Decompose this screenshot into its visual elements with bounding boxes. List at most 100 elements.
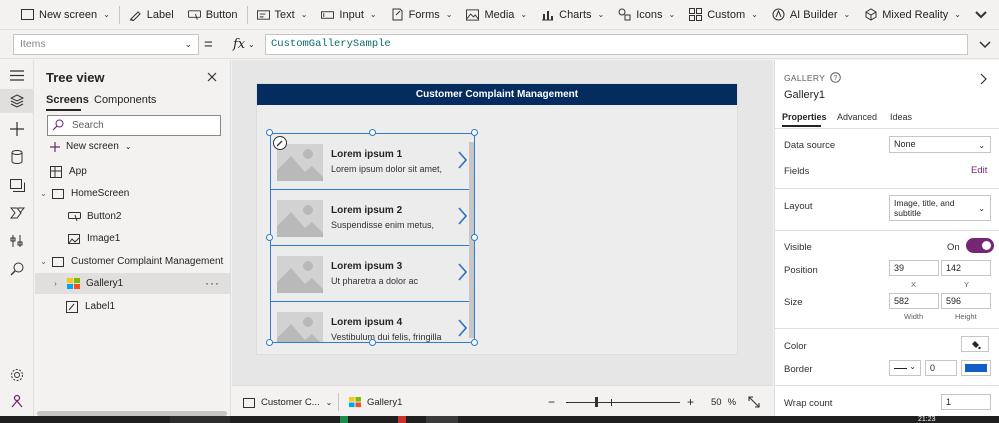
data-source-dropdown[interactable]: None ⌄ <box>889 136 991 153</box>
help-icon[interactable]: ? <box>830 72 841 83</box>
screen-icon <box>51 188 65 200</box>
tab-ideas[interactable]: Ideas <box>890 112 912 122</box>
size-height-input[interactable]: 596 <box>941 293 991 309</box>
text-icon <box>256 8 270 21</box>
chevron-right-icon[interactable] <box>457 151 467 169</box>
border-style-dropdown[interactable]: ⌄ <box>889 360 921 376</box>
zoom-slider-track[interactable] <box>566 402 680 403</box>
resize-handle[interactable] <box>266 339 273 346</box>
position-y-input[interactable]: 142 <box>941 260 991 276</box>
icons-menu[interactable]: Icons ⌄ <box>611 0 682 30</box>
function-button[interactable]: fx ⌄ <box>227 34 267 55</box>
label-button[interactable]: Label <box>122 0 181 30</box>
color-picker-button[interactable] <box>961 336 989 352</box>
resize-handle[interactable] <box>471 234 478 241</box>
property-dropdown[interactable]: Items ⌄ <box>13 34 199 55</box>
gallery-item[interactable]: Lorem ipsum 4 Vestibulum dui felis, frin… <box>271 302 474 342</box>
tree-node-button2[interactable]: Button2 <box>35 206 231 227</box>
control-selector[interactable]: Gallery1 <box>349 397 402 408</box>
edit-gallery-icon[interactable] <box>273 136 287 150</box>
border-color-picker[interactable] <box>961 360 991 376</box>
advanced-tools-icon[interactable] <box>8 232 26 250</box>
chevron-down-icon[interactable]: ⌄ <box>39 189 48 198</box>
resize-handle[interactable] <box>369 339 376 346</box>
zoom-in-button[interactable]: + <box>687 395 694 409</box>
virtual-agent-icon[interactable] <box>8 392 26 410</box>
chevron-right-icon[interactable] <box>980 73 988 85</box>
border-style-line <box>894 368 907 369</box>
close-icon[interactable] <box>207 69 217 85</box>
tree-node-homescreen[interactable]: ⌄ HomeScreen <box>35 183 231 204</box>
forms-menu[interactable]: Forms ⌄ <box>384 0 460 30</box>
border-width-input[interactable]: 0 <box>925 360 957 376</box>
control-name[interactable]: Gallery1 <box>784 89 825 101</box>
chevron-right-icon[interactable] <box>457 207 467 225</box>
media-menu[interactable]: Media ⌄ <box>459 0 534 30</box>
gallery-item[interactable]: Lorem ipsum 1 Lorem ipsum dolor sit amet… <box>271 134 474 190</box>
formula-input[interactable]: CustomGallerySample <box>265 34 968 55</box>
tab-screens[interactable]: Screens <box>46 94 89 106</box>
insert-icon[interactable] <box>8 120 26 138</box>
gallery-item[interactable]: Lorem ipsum 3 Ut pharetra a dolor ac <box>271 246 474 302</box>
tab-properties[interactable]: Properties <box>782 112 827 122</box>
input-menu[interactable]: Input ⌄ <box>314 0 383 30</box>
gallery-icon <box>349 397 361 408</box>
tree-node-gallery1[interactable]: › Gallery1 ··· <box>35 273 231 294</box>
wrap-count-input[interactable]: 1 <box>941 394 991 410</box>
settings-gear-icon[interactable] <box>8 366 26 384</box>
taskbar-app[interactable] <box>340 416 348 423</box>
more-options-icon[interactable]: ··· <box>205 276 220 290</box>
zoom-slider-thumb[interactable] <box>595 397 598 407</box>
gallery-control[interactable]: Lorem ipsum 1 Lorem ipsum dolor sit amet… <box>270 133 475 343</box>
mixed-reality-menu[interactable]: Mixed Reality ⌄ <box>857 0 968 30</box>
media-library-icon[interactable] <box>8 176 26 194</box>
taskbar-app[interactable] <box>426 416 458 423</box>
resize-handle[interactable] <box>266 234 273 241</box>
new-screen-button[interactable]: New screen ⌄ <box>14 0 117 30</box>
divider <box>775 385 999 386</box>
tab-advanced[interactable]: Advanced <box>837 112 877 122</box>
gallery-item[interactable]: Lorem ipsum 2 Suspendisse enim metus, <box>271 190 474 246</box>
tree-search-input[interactable]: Search <box>47 115 221 136</box>
visible-toggle[interactable] <box>966 238 994 253</box>
chevron-right-icon[interactable]: › <box>51 279 60 288</box>
resize-handle[interactable] <box>266 129 273 136</box>
resize-handle[interactable] <box>471 129 478 136</box>
border-label: Border <box>784 364 813 375</box>
position-label: Position <box>784 265 818 276</box>
new-screen-button[interactable]: New screen ⌄ <box>50 141 132 152</box>
fields-edit-link[interactable]: Edit <box>971 165 987 176</box>
tree-node-image1[interactable]: Image1 <box>35 228 231 249</box>
power-automate-icon[interactable] <box>8 204 26 222</box>
layout-dropdown[interactable]: Image, title, and subtitle ⌄ <box>889 195 991 221</box>
app-header-label[interactable]: Customer Complaint Management <box>257 84 737 105</box>
search-icon[interactable] <box>8 260 26 278</box>
data-icon[interactable] <box>8 148 26 166</box>
tree-node-app[interactable]: App <box>35 161 231 182</box>
expand-formula-button[interactable] <box>975 34 995 55</box>
tree-node-customer-complaint-management[interactable]: ⌄ Customer Complaint Management <box>35 251 231 272</box>
taskbar-app[interactable] <box>398 416 406 423</box>
tree-view-icon[interactable] <box>8 92 26 110</box>
text-menu[interactable]: Text ⌄ <box>250 0 315 30</box>
taskbar-app[interactable] <box>170 416 230 423</box>
tab-components[interactable]: Components <box>94 94 156 106</box>
size-width-input[interactable]: 582 <box>889 293 939 309</box>
custom-menu[interactable]: Custom ⌄ <box>682 0 765 30</box>
more-commands-button[interactable] <box>968 0 995 30</box>
zoom-out-button[interactable]: − <box>548 395 555 409</box>
position-x-input[interactable]: 39 <box>889 260 939 276</box>
chevron-right-icon[interactable] <box>457 319 467 337</box>
ai-builder-menu[interactable]: AI Builder ⌄ <box>765 0 857 30</box>
resize-handle[interactable] <box>369 129 376 136</box>
fit-to-window-icon[interactable] <box>748 396 760 408</box>
resize-handle[interactable] <box>471 339 478 346</box>
tree-node-label1[interactable]: Label1 <box>35 296 231 317</box>
chevron-right-icon[interactable] <box>457 263 467 281</box>
charts-menu[interactable]: Charts ⌄ <box>534 0 611 30</box>
hamburger-menu-icon[interactable] <box>8 66 26 84</box>
active-tab-indicator <box>782 125 821 127</box>
button-button[interactable]: Button <box>181 0 245 30</box>
screen-selector[interactable]: Customer C... ⌄ <box>243 397 332 408</box>
chevron-down-icon[interactable]: ⌄ <box>39 257 48 266</box>
